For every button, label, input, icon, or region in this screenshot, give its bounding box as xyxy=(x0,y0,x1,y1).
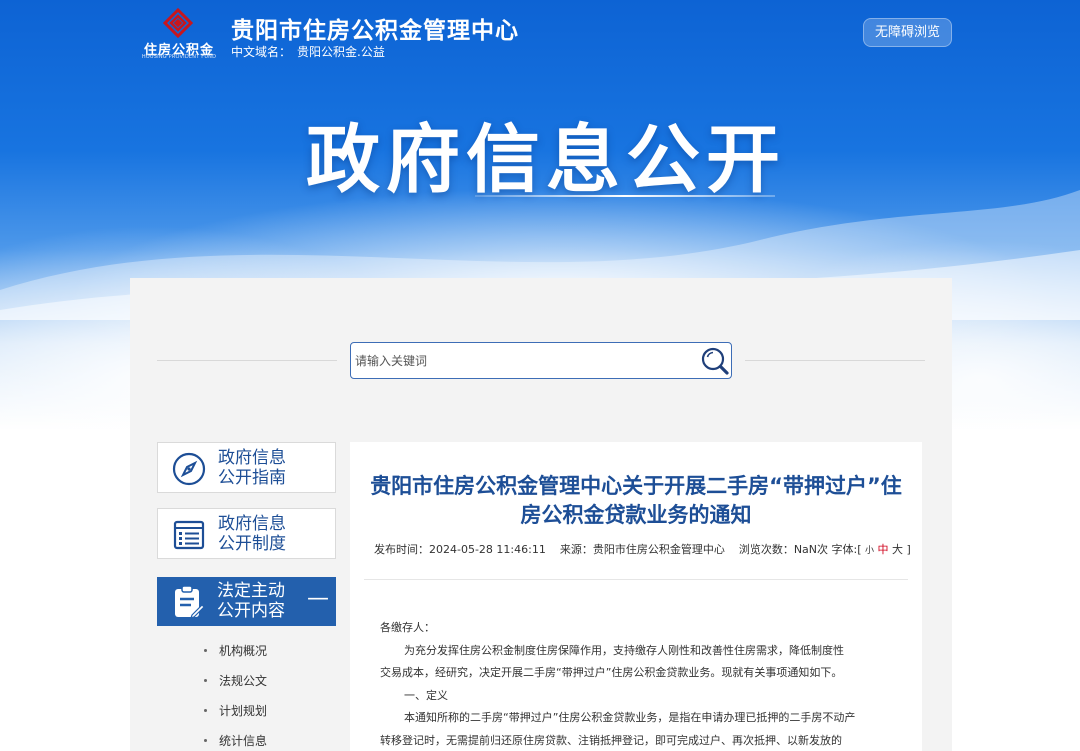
sidebar-label-line1: 政府信息 xyxy=(218,514,286,534)
sub-item-org-overview[interactable]: 机构概况 xyxy=(157,636,336,666)
source-label: 来源： xyxy=(559,543,593,556)
publish-time: 2024-05-28 11:46:11 xyxy=(429,543,546,556)
clipboard-icon xyxy=(175,585,205,619)
domain-label: 中文域名： xyxy=(231,45,292,59)
hero-title: 政府信息公开 xyxy=(306,117,786,203)
sidebar-label-line2: 公开内容 xyxy=(217,601,285,621)
search-divider-left xyxy=(157,360,337,361)
bullet-icon xyxy=(204,649,207,652)
article-title: 贵阳市住房公积金管理中心关于开展二手房“带押过户”住房公积金贷款业务的通知 xyxy=(370,474,902,527)
body-paragraph: 各缴存人： xyxy=(380,621,435,634)
sidebar-label-line1: 政府信息 xyxy=(218,448,286,468)
domain-row: 中文域名： 贵阳公积金.公益 xyxy=(231,43,385,60)
sub-item-planning[interactable]: 计划规划 xyxy=(157,696,336,726)
source-value: 贵阳市住房公积金管理中心 xyxy=(592,543,725,556)
font-medium-button[interactable]: 中 xyxy=(878,543,889,556)
document-list-icon xyxy=(173,520,205,550)
sidebar-item-label: 法定主动 公开内容 xyxy=(217,581,285,621)
sidebar-item-statutory-content[interactable]: 法定主动 公开内容 — xyxy=(157,577,336,626)
body-paragraph: 一、定义 xyxy=(404,688,448,702)
body-paragraph: 转移登记时，无需提前归还原住房贷款、注销抵押登记，即可完成过户、再次抵押、以新发… xyxy=(380,733,842,747)
search-input[interactable] xyxy=(355,347,685,375)
sidebar-item-system[interactable]: 政府信息 公开制度 xyxy=(157,508,336,559)
site-header: 住房公积金 HOUSING PROVIDENT FUND 贵阳市住房公积金管理中… xyxy=(0,0,1080,80)
sidebar-label-line2: 公开制度 xyxy=(218,534,286,554)
compass-icon xyxy=(172,452,206,486)
bullet-icon xyxy=(204,679,207,682)
sub-item-label: 法规公文 xyxy=(219,674,268,688)
body-paragraph: 为充分发挥住房公积金制度住房保障作用，支持缴存人刚性和改善性住房需求，降低制度性 xyxy=(404,643,844,657)
body-paragraph: 交易成本，经研究，决定开展二手房“带押过户”住房公积金贷款业务。现就有关事项通知… xyxy=(380,666,843,679)
views-value: NaN次 xyxy=(793,543,829,556)
sub-item-label: 计划规划 xyxy=(219,704,268,718)
site-logo[interactable]: 住房公积金 HOUSING PROVIDENT FUND xyxy=(134,8,224,60)
accessibility-button[interactable]: 无障碍浏览 xyxy=(863,18,952,47)
logo-text-en: HOUSING PROVIDENT FUND xyxy=(141,54,217,60)
font-label: 字体:[ xyxy=(831,543,862,556)
meta-divider xyxy=(364,579,908,580)
search-divider-right xyxy=(745,360,925,361)
sub-item-statistics[interactable]: 统计信息 xyxy=(157,726,336,751)
sub-item-label: 机构概况 xyxy=(219,644,268,658)
search-box xyxy=(350,342,732,379)
sidebar-label-line2: 公开指南 xyxy=(218,468,286,488)
font-close: ] xyxy=(906,543,911,556)
font-large-button[interactable]: 大 xyxy=(892,543,903,556)
sub-item-regulations[interactable]: 法规公文 xyxy=(157,666,336,696)
sub-item-label: 统计信息 xyxy=(219,734,268,748)
font-small-button[interactable]: 小 xyxy=(865,546,874,556)
body-paragraph: 本通知所称的二手房“带押过户”住房公积金贷款业务，是指在申请办理已抵押的二手房不… xyxy=(404,711,856,724)
bullet-icon xyxy=(204,709,207,712)
article-body: 各缴存人： 为充分发挥住房公积金制度住房保障作用，支持缴存人刚性和改善性住房需求… xyxy=(380,617,900,751)
domain-value: 贵阳公积金.公益 xyxy=(297,45,385,59)
bullet-icon xyxy=(204,739,207,742)
housing-fund-logo-icon xyxy=(163,8,193,38)
sidebar-item-label: 政府信息 公开指南 xyxy=(218,448,286,488)
collapse-toggle[interactable]: — xyxy=(307,581,329,617)
views-label: 浏览次数： xyxy=(738,543,794,556)
publish-label: 发布时间： xyxy=(374,543,429,556)
sidebar-item-label: 政府信息 公开制度 xyxy=(218,514,286,554)
sidebar-label-line1: 法定主动 xyxy=(217,581,285,601)
hero-underline xyxy=(475,195,775,197)
sidebar-sub-list: 机构概况 法规公文 计划规划 统计信息 xyxy=(157,636,336,751)
sidebar-item-guide[interactable]: 政府信息 公开指南 xyxy=(157,442,336,493)
site-title: 贵阳市住房公积金管理中心 xyxy=(231,18,519,44)
article-meta: 发布时间：2024-05-28 11:46:11 来源：贵阳市住房公积金管理中心浏… xyxy=(374,541,911,557)
search-icon[interactable] xyxy=(698,344,732,378)
